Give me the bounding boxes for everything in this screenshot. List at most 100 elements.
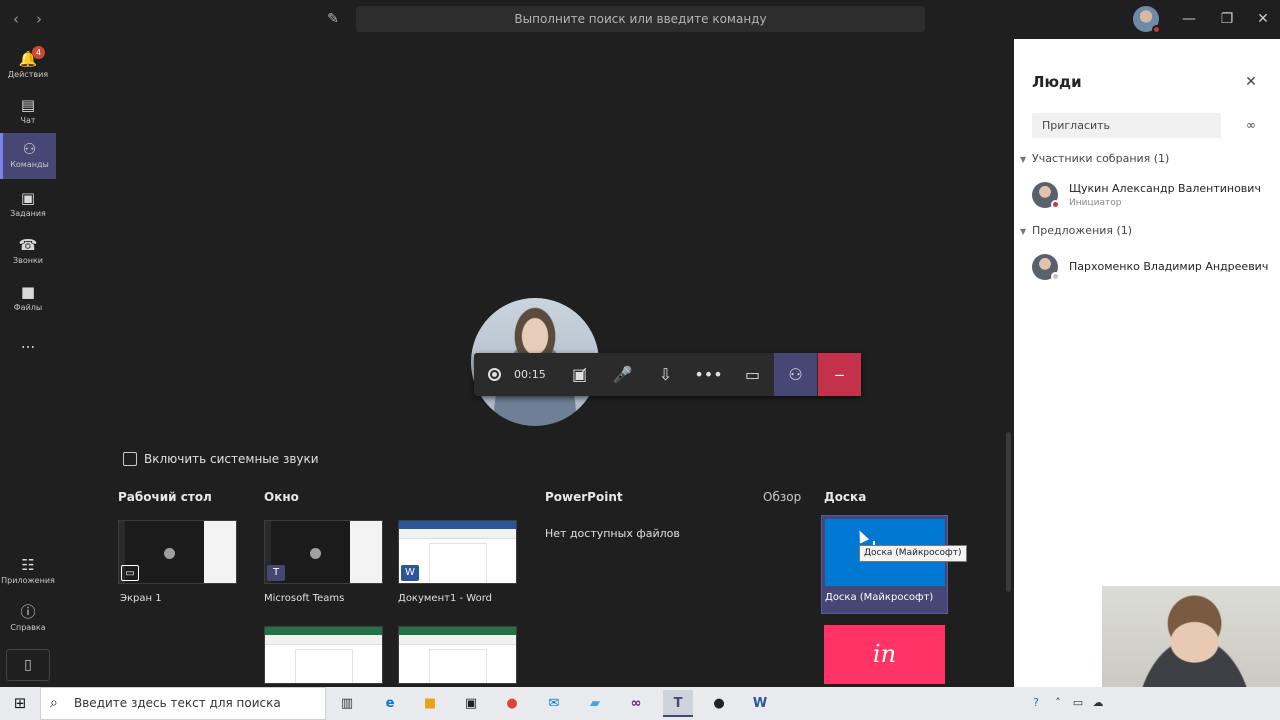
suggestions-group-header[interactable]: ▼ Предложения (1) <box>1020 224 1132 239</box>
teams-taskbar-icon[interactable]: T <box>663 690 693 717</box>
screen-1-thumbnail[interactable]: ▭ <box>118 520 237 584</box>
share-link-icon[interactable]: ∞ <box>1242 117 1260 133</box>
rail-item-assignments[interactable]: ▣ Задания <box>0 182 56 228</box>
taskbar-search-input[interactable]: ⌕ Введите здесь текст для поиска <box>40 687 326 720</box>
word-taskbar-icon[interactable]: W <box>745 690 775 717</box>
desktop-header: Рабочий стол <box>118 490 212 504</box>
participant-avatar[interactable] <box>1032 182 1060 209</box>
rail-item-label: Задания <box>10 209 46 218</box>
close-panel-icon[interactable]: ✕ <box>1242 73 1260 91</box>
rail-item-calls[interactable]: ☎ Звонки <box>0 229 56 275</box>
windows-taskbar: ⊞ ⌕ Введите здесь текст для поиска ▥ e ■… <box>0 687 1280 720</box>
store-icon[interactable]: ▣ <box>456 690 486 717</box>
visual-studio-icon[interactable]: ∞ <box>621 690 651 717</box>
participants-group-header[interactable]: ▼ Участники собрания (1) <box>1020 152 1169 167</box>
status-busy-icon <box>1152 25 1161 34</box>
profile-avatar[interactable] <box>1133 6 1161 34</box>
share-tray-icon: ⇩ <box>658 365 673 384</box>
rail-item-label: Звонки <box>13 256 43 265</box>
obs-icon[interactable]: ● <box>704 690 734 717</box>
rail-item-teams[interactable]: ⚇ Команды <box>0 133 56 179</box>
show-chat-button[interactable]: ▭ <box>731 353 774 396</box>
participant-name[interactable]: Щукин Александр Валентинович <box>1069 182 1261 196</box>
invite-input[interactable]: Пригласить <box>1032 113 1221 138</box>
more-apps-button[interactable]: ... <box>0 327 56 373</box>
suggestion-avatar[interactable] <box>1032 254 1060 281</box>
command-search-input[interactable]: Выполните поиск или введите команду <box>356 6 925 32</box>
whiteboard-label: Доска (Майкрософт) <box>825 592 934 603</box>
suggestion-name[interactable]: Пархоменко Владимир Андреевич <box>1069 260 1268 274</box>
share-button[interactable]: ⇩ <box>644 353 687 396</box>
teams-icon: ⚇ <box>22 140 37 158</box>
forward-arrow-icon[interactable]: › <box>31 10 47 28</box>
rail-item-apps[interactable]: ☷ Приложения <box>0 549 56 595</box>
chat-icon: ▭ <box>744 365 761 384</box>
powerpoint-header: PowerPoint <box>545 490 623 504</box>
window-thumbnail[interactable] <box>264 626 383 684</box>
help-icon: ⓘ <box>20 603 36 621</box>
microsoft-whiteboard-card[interactable]: Доска (Майкрософт) <box>821 515 948 614</box>
more-actions-button[interactable]: ••• <box>687 353 730 396</box>
call-timer: 00:15 <box>514 368 546 381</box>
camera-off-icon: ▣̸ <box>571 365 588 384</box>
show-participants-button[interactable]: ⚇ <box>774 353 817 396</box>
taskbar-search-placeholder: Введите здесь текст для поиска <box>74 696 281 710</box>
edge-icon[interactable]: e <box>375 690 405 717</box>
board-header: Доска <box>824 490 867 504</box>
participant-role: Инициатор <box>1069 198 1122 208</box>
rail-item-activity[interactable]: 🔔 4 Действия <box>0 43 56 89</box>
microphone-icon: 🎤 <box>612 365 633 384</box>
monitor-icon: ▭ <box>121 565 139 581</box>
rail-item-label: Приложения <box>1 576 55 585</box>
ellipsis-icon: ... <box>20 334 36 352</box>
people-panel-title: Люди <box>1032 73 1082 91</box>
mail-icon[interactable]: ✉ <box>539 690 569 717</box>
camera-off-button[interactable]: ▣̸ <box>558 353 601 396</box>
suggestions-group-label: Предложения (1) <box>1032 224 1133 237</box>
app-icon[interactable]: ▰ <box>580 690 610 717</box>
system-sounds-label: Включить системные звуки <box>144 452 319 466</box>
hang-up-button[interactable]: ‒ <box>818 353 861 396</box>
title-bar: ‹ › ✎ Выполните поиск или введите команд… <box>0 0 1280 39</box>
onedrive-icon[interactable]: ☁ <box>1090 695 1106 711</box>
mobile-icon: ▯ <box>24 657 32 673</box>
word-window-thumbnail[interactable]: W <box>398 520 517 584</box>
invision-card[interactable]: in <box>824 625 945 684</box>
help-tray-icon[interactable]: ? <box>1028 695 1044 711</box>
apps-icon: ☷ <box>21 556 35 574</box>
chat-icon: ▤ <box>20 96 36 114</box>
task-view-icon[interactable]: ▥ <box>332 690 362 717</box>
rail-item-label: Справка <box>10 623 46 632</box>
file-explorer-icon[interactable]: ■ <box>415 690 445 717</box>
rail-item-help[interactable]: ⓘ Справка <box>0 596 56 642</box>
close-icon[interactable]: ✕ <box>1252 8 1274 30</box>
phone-icon: ☎ <box>18 236 38 254</box>
maximize-icon[interactable]: ❐ <box>1216 8 1238 30</box>
back-arrow-icon[interactable]: ‹ <box>8 10 24 28</box>
browse-button[interactable]: Обзор <box>763 490 801 505</box>
minimize-icon[interactable]: — <box>1178 8 1200 30</box>
mobile-download-button[interactable]: ▯ <box>6 649 50 681</box>
rail-item-chat[interactable]: ▤ Чат <box>0 89 56 135</box>
search-icon: ⌕ <box>50 695 58 711</box>
chevron-down-icon: ▼ <box>1020 155 1027 164</box>
compose-icon[interactable]: ✎ <box>324 10 342 28</box>
teams-window-label: Microsoft Teams <box>264 593 345 604</box>
rail-item-label: Действия <box>7 70 49 79</box>
window-thumbnail[interactable] <box>398 626 517 684</box>
screen-1-label: Экран 1 <box>120 593 162 604</box>
rail-item-label: Команды <box>10 160 49 169</box>
mic-button[interactable]: 🎤 <box>601 353 644 396</box>
windows-start-icon[interactable]: ⊞ <box>0 687 40 720</box>
no-files-message: Нет доступных файлов <box>545 527 680 540</box>
network-icon[interactable]: ▭ <box>1070 695 1086 711</box>
chrome-icon[interactable]: ● <box>497 690 527 717</box>
teams-app-icon: T <box>267 565 285 581</box>
chevron-down-icon: ▼ <box>1020 227 1027 236</box>
system-sounds-checkbox[interactable] <box>123 452 137 466</box>
show-hidden-icons-chevron-icon[interactable]: ˄ <box>1050 695 1066 711</box>
ellipsis-icon: ••• <box>694 365 723 384</box>
teams-window-thumbnail[interactable]: T <box>264 520 383 584</box>
rail-item-files[interactable]: ■ Файлы <box>0 276 56 322</box>
share-tray-scrollbar[interactable] <box>1006 432 1011 592</box>
